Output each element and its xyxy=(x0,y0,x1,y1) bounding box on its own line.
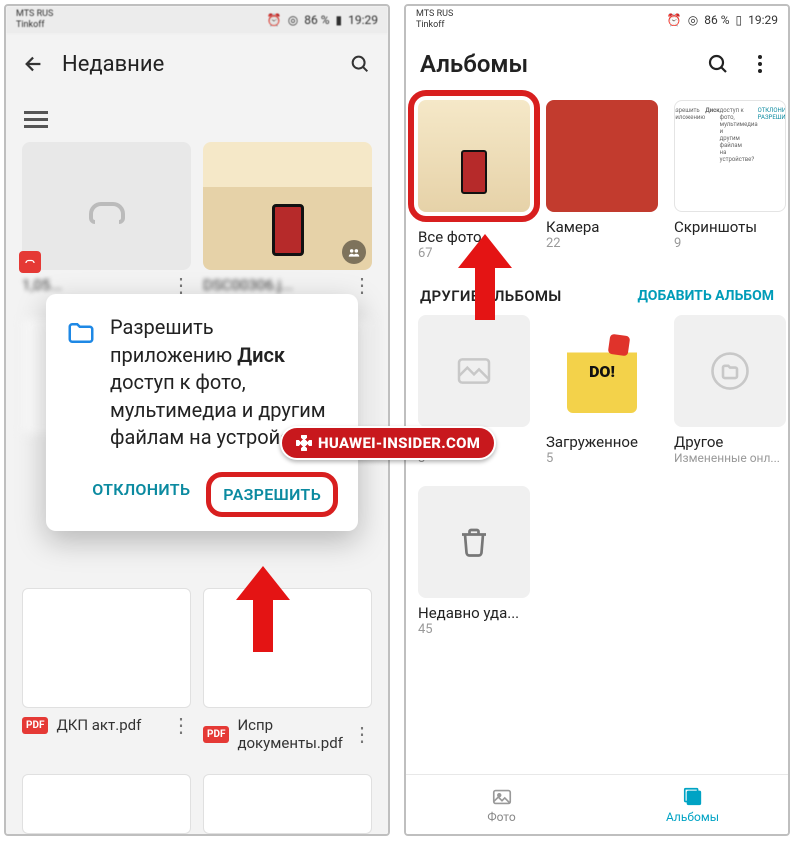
folder-icon xyxy=(66,318,96,452)
overflow-button[interactable] xyxy=(746,50,774,78)
albums-title: Альбомы xyxy=(420,50,528,78)
status-bar: MTS RUS Tinkoff ⏰ ◎ 86 % ▮ 19:29 xyxy=(6,6,388,34)
right-body: Все фото 67 Камера 22 Разрешитьприложени… xyxy=(406,94,788,834)
audio-badge-icon xyxy=(19,251,41,273)
left-title: Недавние xyxy=(62,52,164,77)
deny-button[interactable]: ОТКЛОНИТЬ xyxy=(82,472,200,517)
annotation-arrow-icon xyxy=(236,566,290,652)
album-title: Скриншоты xyxy=(674,212,786,236)
album-count: 9 xyxy=(674,236,786,251)
allow-button[interactable]: РАЗРЕШИТЬ xyxy=(217,481,327,508)
battery-icon: ▯ xyxy=(736,13,743,27)
pdf-icon: PDF xyxy=(203,726,229,743)
album-count: 5 xyxy=(546,451,658,466)
status-bar: MTS RUS Tinkoff ⏰ ◎ 86 % ▯ 19:29 xyxy=(406,6,788,34)
alarm-icon: ⏰ xyxy=(267,13,282,27)
album-count: 22 xyxy=(546,236,658,251)
nav-photos[interactable]: Фото xyxy=(406,775,597,834)
snack-label: DO! xyxy=(589,362,615,381)
bottom-nav: Фото Альбомы xyxy=(406,774,788,834)
album-title: Камера xyxy=(546,212,658,236)
back-button[interactable] xyxy=(20,50,48,78)
album-title: Загруженное xyxy=(546,427,658,451)
hotspot-icon: ◎ xyxy=(688,13,698,27)
nav-albums[interactable]: Альбомы xyxy=(597,775,788,834)
more-icon[interactable]: ⋮ xyxy=(352,281,372,289)
pdf-icon: PDF xyxy=(22,717,48,734)
album-trash[interactable]: Недавно уда... 45 xyxy=(418,486,530,637)
album-highlight xyxy=(408,90,540,222)
view-toggle[interactable] xyxy=(14,102,380,142)
carrier2: Tinkoff xyxy=(16,21,44,30)
nav-label: Фото xyxy=(487,810,515,824)
search-button[interactable] xyxy=(704,50,732,78)
doc-card[interactable]: PDF ДКП акт.pdf ⋮ xyxy=(22,588,191,752)
file-thumb-photo[interactable] xyxy=(203,142,372,270)
album-count: 45 xyxy=(418,622,530,637)
allow-highlight: РАЗРЕШИТЬ xyxy=(206,472,338,517)
album-title: Другое xyxy=(674,427,786,451)
battery-text: 86 % xyxy=(704,13,729,27)
doc-name: ДКП акт.pdf xyxy=(56,716,141,734)
file-name: 1,05... xyxy=(22,276,62,294)
phone-left: MTS RUS Tinkoff ⏰ ◎ 86 % ▮ 19:29 Недавни… xyxy=(4,4,390,836)
more-icon[interactable]: ⋮ xyxy=(171,281,191,289)
album-subtitle: Измененные онл... xyxy=(674,451,786,465)
annotation-arrow-icon xyxy=(458,234,512,320)
carrier: MTS RUS xyxy=(16,10,53,19)
hotspot-icon: ◎ xyxy=(288,13,298,27)
shared-badge-icon xyxy=(342,240,366,264)
clock: 19:29 xyxy=(348,13,378,27)
add-album-button[interactable]: ДОБАВИТЬ АЛЬБОМ xyxy=(638,288,774,305)
left-header: Недавние xyxy=(6,34,388,94)
phone-right: MTS RUS Tinkoff ⏰ ◎ 86 % ▯ 19:29 Альбомы xyxy=(404,4,790,836)
album-title: Недавно уда... xyxy=(418,598,530,622)
carrier2: Tinkoff xyxy=(416,21,444,30)
album-screenshots[interactable]: РазрешитьприложениюДиск доступ кфото,мул… xyxy=(674,100,786,261)
album-other[interactable]: Другое Измененные онл... xyxy=(674,315,786,466)
watermark-logo-icon xyxy=(296,435,312,451)
battery-text: 86 % xyxy=(304,13,329,27)
more-icon[interactable]: ⋮ xyxy=(171,721,191,729)
file-name: DSC00306.j... xyxy=(203,276,293,294)
alarm-icon: ⏰ xyxy=(667,13,682,27)
right-header: Альбомы xyxy=(406,34,788,94)
watermark: HUAWEI-INSIDER.COM xyxy=(280,426,496,460)
nav-label: Альбомы xyxy=(666,810,719,824)
album-camera[interactable]: Камера 22 xyxy=(546,100,658,261)
clock: 19:29 xyxy=(748,13,778,27)
more-icon[interactable]: ⋮ xyxy=(352,730,372,738)
watermark-text: HUAWEI-INSIDER.COM xyxy=(318,434,480,452)
doc-name: Испр документы.pdf xyxy=(237,716,344,752)
battery-icon: ▮ xyxy=(336,13,343,27)
permission-dialog: Разрешить приложению Диск доступ к фото,… xyxy=(46,294,358,531)
carrier: MTS RUS xyxy=(416,10,453,19)
album-downloads[interactable]: DO! Загруженное 5 xyxy=(546,315,658,466)
file-thumb[interactable] xyxy=(22,142,191,270)
search-button[interactable] xyxy=(346,50,374,78)
